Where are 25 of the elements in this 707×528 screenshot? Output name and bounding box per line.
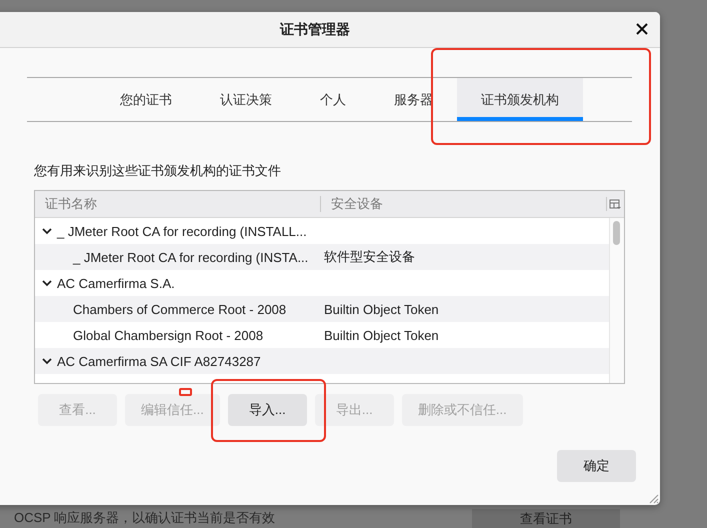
certificate-name[interactable]: _ JMeter Root CA for recording (INSTA... [73,250,308,264]
group-name: AC Camerfirma SA CIF A82743287 [57,354,261,368]
group-name: AC Camerfirma S.A. [57,276,175,290]
certificate-name[interactable]: Global Chambersign Root - 2008 [73,328,264,342]
column-picker-icon[interactable] [606,197,622,211]
security-device: Builtin Object Token [323,328,439,342]
close-icon[interactable] [636,23,648,35]
security-device: Builtin Object Token [323,302,439,316]
security-device: 软件型安全设备 [323,248,415,266]
background-text: OCSP 响应服务器，以确认证书当前是否有效 [14,510,276,526]
action-button[interactable]: 导入... [228,394,307,426]
description-text: 您有用来识别这些证书颁发机构的证书文件 [34,162,282,180]
tab[interactable]: 证书颁发机构 [457,78,583,121]
ok-button[interactable]: 确定 [557,450,636,482]
certificate-name[interactable]: Chambers of Commerce Root - 2008 [73,302,286,316]
scrollbar[interactable] [609,218,624,383]
tab[interactable]: 认证决策 [196,78,296,121]
tab[interactable]: 服务器 [370,78,457,121]
window-title: 证书管理器 [280,20,350,38]
resize-grip-icon [647,492,659,504]
tab[interactable]: 您的证书 [96,78,196,121]
tab[interactable]: 个人 [296,78,370,121]
group-name: _ JMeter Root CA for recording (INSTALL... [57,224,307,238]
column-header: 安全设备 [330,196,384,212]
column-header: 证书名称 [35,196,321,212]
